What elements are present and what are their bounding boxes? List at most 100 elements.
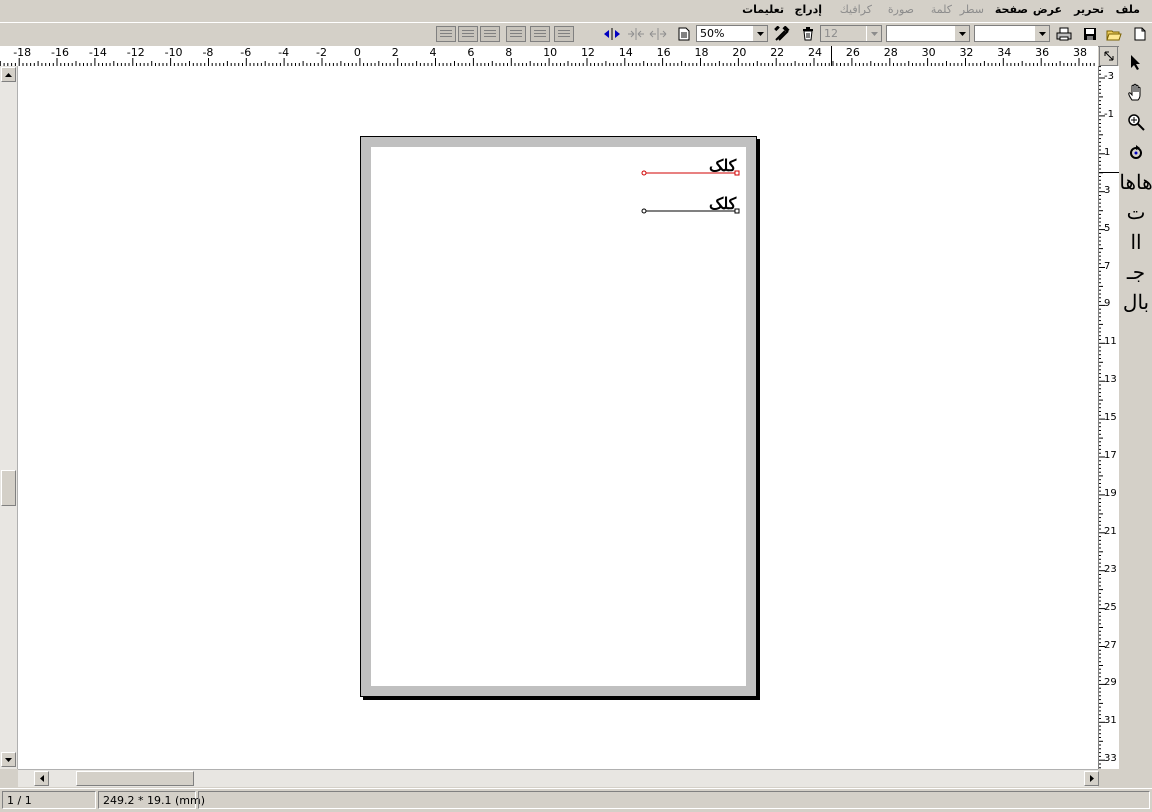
glyph-tool-3[interactable]: اا [1123, 229, 1149, 255]
tool-palette: هاها ت اا جـ بال [1119, 46, 1152, 786]
ruler-label: 3 [1104, 184, 1111, 196]
ruler-label: 21 [1104, 525, 1117, 537]
zoom-value: 50% [700, 27, 725, 40]
document-page[interactable]: کلک کلک [360, 136, 757, 697]
status-message [198, 791, 1150, 809]
ruler-label: 18 [694, 46, 709, 59]
menu-view[interactable]: عرض [1033, 3, 1062, 16]
ruler-label: -1 [1104, 108, 1114, 120]
dimensions-readout: 249.2 * 19.1 (mm) [98, 791, 205, 809]
menu-help[interactable]: تعليمات [742, 3, 784, 16]
ruler-label: -4 [278, 46, 290, 59]
ruler-label: 9 [1104, 298, 1111, 310]
column-layout-3-button[interactable] [436, 26, 456, 42]
menu-page[interactable]: صفحة [995, 3, 1028, 16]
column-layout-1-button[interactable] [480, 26, 500, 42]
open-folder-icon[interactable] [1104, 25, 1124, 43]
menu-file[interactable]: ملف [1116, 3, 1140, 16]
text-line-2[interactable]: کلک [709, 194, 736, 213]
scroll-down-button[interactable] [1, 752, 16, 767]
new-file-icon[interactable] [1130, 25, 1150, 43]
ruler-label: 8 [505, 46, 513, 59]
ruler-label: 23 [1104, 563, 1117, 575]
vertical-scroll-thumb[interactable] [1, 470, 16, 506]
horizontal-scroll-thumb[interactable] [76, 771, 194, 786]
pointer-icon[interactable] [1123, 49, 1149, 75]
ruler-label: -16 [51, 46, 70, 59]
glyph-tool-1[interactable]: هاها [1119, 169, 1152, 195]
ruler-label: 11 [1104, 336, 1117, 348]
zoom-icon[interactable] [1123, 109, 1149, 135]
menu-edit[interactable]: تحرير [1074, 3, 1104, 16]
scroll-left-button[interactable] [34, 771, 49, 786]
align-inward-icon[interactable] [626, 25, 646, 43]
ruler-label: 36 [1035, 46, 1050, 59]
ruler-label: 33 [1104, 753, 1117, 765]
ruler-label: 4 [429, 46, 437, 59]
scroll-up-button[interactable] [1, 67, 16, 82]
rotate-icon[interactable] [1123, 139, 1149, 165]
glyph-tool-5[interactable]: بال [1123, 289, 1149, 315]
column-layout-2-button[interactable] [458, 26, 478, 42]
tools-icon[interactable] [772, 25, 792, 43]
chevron-down-icon[interactable] [866, 26, 881, 41]
horizontal-scrollbar[interactable] [18, 769, 1099, 787]
paragraph-align-right-button[interactable] [554, 26, 574, 42]
page-content-area[interactable]: کلک کلک [371, 147, 746, 686]
ruler-label: -3 [1104, 71, 1114, 82]
chevron-down-icon[interactable] [954, 26, 969, 41]
style-combo[interactable] [974, 25, 1050, 42]
font-size-combo[interactable]: 12 [820, 25, 882, 42]
ruler-label: 28 [883, 46, 898, 59]
ruler-label: 10 [543, 46, 558, 59]
ruler-label: -6 [240, 46, 252, 59]
ruler-label: -10 [164, 46, 183, 59]
hand-icon[interactable] [1123, 79, 1149, 105]
menu-insert[interactable]: إدراج [795, 3, 822, 16]
horizontal-ruler: 38 36 34 32 30 28 26 24 22 20 18 16 14 12 10 8 6 4 2 0 -2 -4-… [0, 46, 1098, 67]
zoom-combo[interactable]: 50% [696, 25, 768, 42]
ruler-label: 22 [770, 46, 785, 59]
ruler-label: 12 [580, 46, 595, 59]
text-line-1[interactable]: کلک [709, 156, 736, 175]
print-icon[interactable] [1054, 25, 1074, 43]
ruler-origin-button[interactable] [1099, 46, 1118, 66]
ruler-label: -8 [202, 46, 214, 59]
menu-bar: ملف تحرير عرض صفحة سطر كلمة صورة كرافيك … [0, 0, 1152, 21]
page-indicator: 1 / 1 [2, 791, 96, 809]
ruler-margin-marker[interactable] [1099, 172, 1119, 173]
ruler-label: 0 [353, 46, 361, 59]
delete-icon[interactable] [798, 25, 818, 43]
chevron-down-icon[interactable] [752, 26, 767, 41]
page-icon[interactable] [674, 25, 694, 43]
ruler-label: 17 [1104, 450, 1117, 461]
font-size-value: 12 [824, 27, 838, 40]
glyph-tool-2[interactable]: ت [1123, 199, 1149, 225]
menu-line[interactable]: سطر [960, 3, 984, 16]
glyph-tool-4[interactable]: جـ [1123, 259, 1149, 285]
menu-image[interactable]: صورة [888, 3, 914, 16]
ruler-margin-marker[interactable] [831, 46, 832, 66]
ruler-label: 31 [1104, 715, 1117, 727]
ruler-label: -18 [13, 46, 32, 59]
ruler-label: 16 [656, 46, 671, 59]
paragraph-align-left-button[interactable] [506, 26, 526, 42]
save-icon[interactable] [1080, 25, 1100, 43]
font-combo[interactable] [886, 25, 970, 42]
menu-word[interactable]: كلمة [931, 3, 952, 16]
ruler-label: -14 [88, 46, 107, 59]
paragraph-align-center-button[interactable] [530, 26, 550, 42]
menu-graphic[interactable]: كرافيك [840, 3, 872, 16]
ruler-label: -12 [126, 46, 145, 59]
ruler-label: 19 [1104, 487, 1117, 499]
ruler-label: 5 [1104, 222, 1111, 234]
ruler-label: 38 [1073, 46, 1087, 59]
align-outward-icon[interactable] [648, 25, 668, 43]
ruler-label: 32 [959, 46, 974, 59]
text-direction-icon[interactable] [602, 25, 622, 43]
ruler-label: 15 [1104, 412, 1117, 424]
chevron-down-icon[interactable] [1034, 26, 1049, 41]
ruler-label: 7 [1104, 260, 1111, 272]
vertical-scrollbar[interactable] [0, 66, 18, 769]
scroll-right-button[interactable] [1084, 771, 1099, 786]
